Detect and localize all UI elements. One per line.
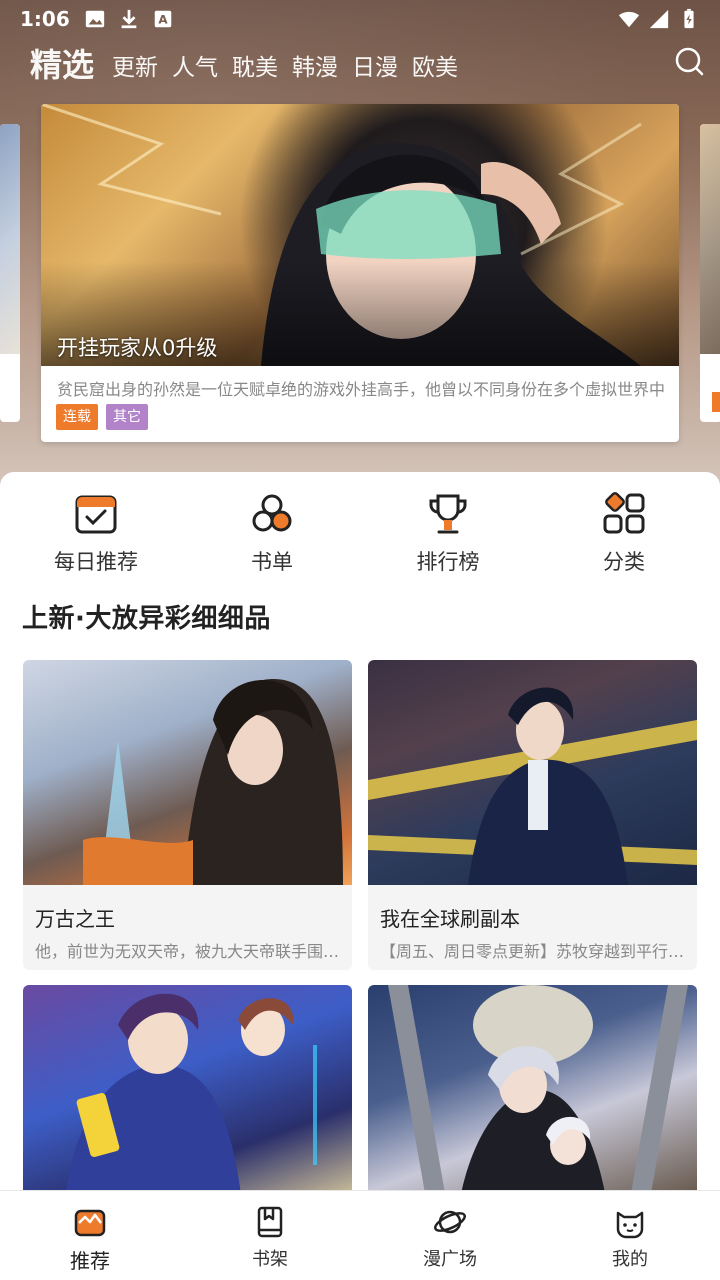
tab-bl[interactable]: 耽美: [232, 48, 278, 88]
featured-banner[interactable]: 开挂玩家从0升级 贫民窟出身的孙然是一位天赋卓绝的游戏外挂高手，他曾以不同身份在…: [41, 104, 679, 442]
banner-prev-peek[interactable]: [0, 124, 20, 422]
tag-serializing: 连载: [56, 404, 98, 430]
planet-icon: [434, 1210, 466, 1234]
cat-face-icon: [616, 1211, 644, 1239]
tab-popular[interactable]: 人气: [172, 48, 218, 88]
battery-icon: [684, 8, 694, 29]
banner-cover-image: [41, 104, 679, 366]
font-icon: A: [154, 10, 171, 28]
quick-link-booklist[interactable]: 书单: [184, 492, 360, 582]
tab-korean[interactable]: 韩漫: [292, 48, 338, 88]
category-tabs: 精选 更新 人气 耽美 韩漫 日漫 欧美: [30, 40, 458, 88]
bottom-tab-label: 书架: [252, 1249, 288, 1270]
quick-link-label: 每日推荐: [54, 550, 138, 574]
recommend-icon: [74, 1209, 106, 1237]
trophy-icon: [429, 494, 467, 534]
tag-other: 其它: [106, 404, 148, 430]
bottom-tab-bar: 推荐 书架 漫广场 我的: [0, 1190, 720, 1280]
banner-next-image: [700, 124, 720, 354]
banner-next-peek[interactable]: [700, 124, 720, 422]
banner-prev-image: [0, 124, 20, 354]
banner-description: 贫民窟出身的孙然是一位天赋卓绝的游戏外挂高手，他曾以不同身份在多个虚拟世界中: [57, 380, 666, 399]
comic-cover: [368, 985, 697, 1192]
comic-description: 他，前世为无双天帝，被九大天帝联手围攻陨落: [35, 942, 352, 961]
bottom-tab-shelf[interactable]: 书架: [180, 1191, 360, 1280]
status-bar: 1:06 A: [0, 0, 720, 38]
quick-link-label: 分类: [603, 550, 645, 574]
tab-featured[interactable]: 精选: [30, 40, 94, 88]
comic-description: 【周五、周日零点更新】苏牧穿越到平行世界: [380, 942, 697, 961]
comic-title: 万古之王: [35, 907, 115, 931]
comic-title: 我在全球刷副本: [380, 907, 520, 931]
banner-tags: 连载 其它: [56, 404, 148, 430]
bottom-tab-label: 推荐: [70, 1249, 110, 1273]
banner-next-tag: [712, 392, 720, 412]
status-time: 1:06: [20, 7, 70, 31]
search-icon[interactable]: [674, 46, 704, 76]
bottom-tab-plaza[interactable]: 漫广场: [360, 1191, 540, 1280]
category-grid-icon: [603, 492, 645, 534]
bottom-tab-recommend[interactable]: 推荐: [0, 1191, 180, 1280]
main-panel: 每日推荐 书单 排行榜 分类 上新·大放异彩细细品 万古之王 他，前世为无双天帝…: [0, 472, 720, 1192]
comic-cover: [23, 660, 352, 885]
comic-card[interactable]: 万古之王 他，前世为无双天帝，被九大天帝联手围攻陨落: [23, 660, 352, 970]
comic-cover: [23, 985, 352, 1192]
three-circles-icon: [252, 494, 292, 532]
image-icon: [85, 10, 104, 28]
signal-icon: [649, 9, 669, 29]
quick-link-daily[interactable]: 每日推荐: [8, 492, 184, 582]
comic-card[interactable]: [368, 985, 697, 1192]
download-icon: [121, 9, 137, 29]
quick-link-category[interactable]: 分类: [536, 492, 712, 582]
comic-card[interactable]: [23, 985, 352, 1192]
comic-cover: [368, 660, 697, 885]
banner-title: 开挂玩家从0升级: [57, 336, 218, 360]
comic-card[interactable]: 我在全球刷副本 【周五、周日零点更新】苏牧穿越到平行世界: [368, 660, 697, 970]
quick-link-ranking[interactable]: 排行榜: [360, 492, 536, 582]
tab-updates[interactable]: 更新: [112, 48, 158, 88]
wifi-icon: [618, 11, 640, 28]
quick-links: 每日推荐 书单 排行榜 分类: [0, 492, 720, 582]
tab-western[interactable]: 欧美: [412, 48, 458, 88]
bookshelf-icon: [257, 1206, 283, 1238]
calendar-check-icon: [75, 495, 117, 534]
svg-text:A: A: [158, 13, 168, 27]
bottom-tab-profile[interactable]: 我的: [540, 1191, 720, 1280]
tab-japanese[interactable]: 日漫: [352, 48, 398, 88]
bottom-tab-label: 我的: [612, 1249, 648, 1270]
section-title: 上新·大放异彩细细品: [22, 598, 271, 635]
bottom-tab-label: 漫广场: [423, 1249, 477, 1270]
quick-link-label: 排行榜: [416, 550, 480, 574]
quick-link-label: 书单: [251, 550, 293, 574]
